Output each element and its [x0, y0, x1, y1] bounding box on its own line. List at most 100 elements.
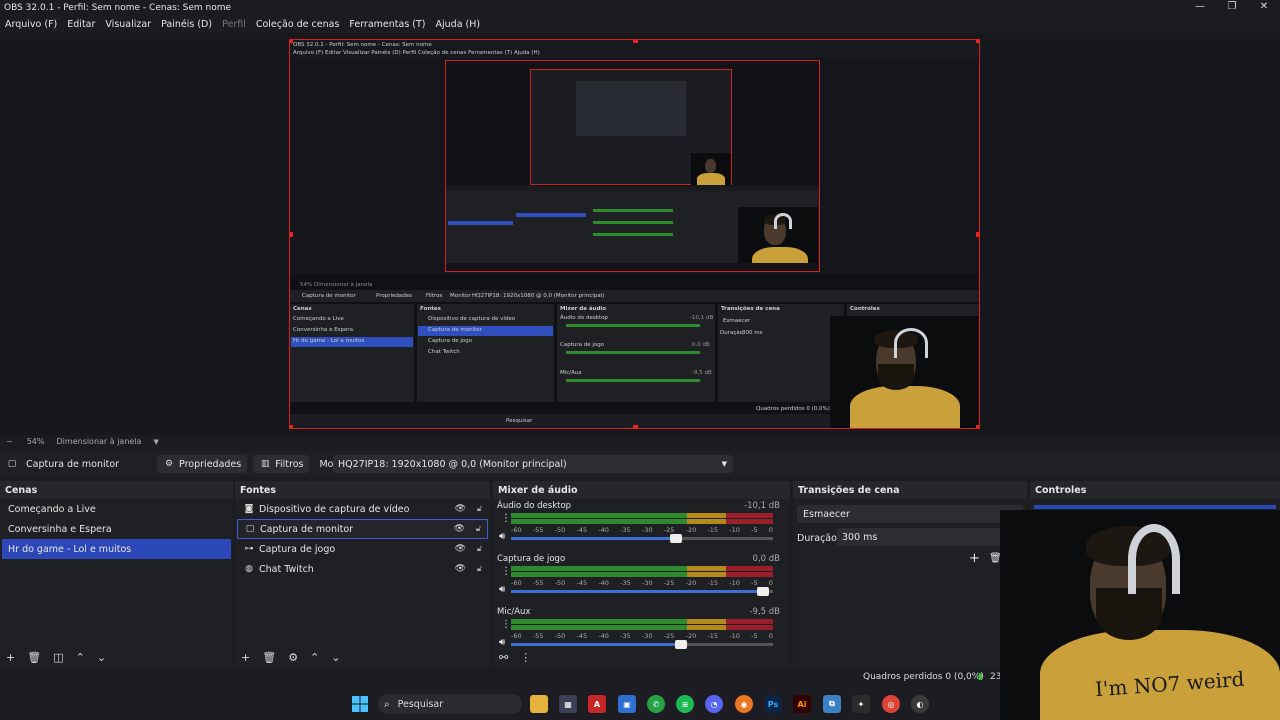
- add-icon[interactable]: +: [6, 651, 15, 664]
- whatsapp-icon[interactable]: ✆: [647, 695, 665, 713]
- source-label: Dispositivo de captura de vídeo: [259, 503, 410, 515]
- pdf-icon[interactable]: A: [588, 695, 606, 713]
- lock-icon[interactable]: 🔓︎: [477, 504, 482, 514]
- gear-icon[interactable]: ⚙: [288, 651, 298, 664]
- nested-ch-1: Áudio do desktop: [560, 315, 608, 321]
- scene-item[interactable]: Conversinha e Espera: [2, 519, 231, 539]
- nested-src-3: Captura de jogo: [428, 338, 473, 344]
- mixer-channels: Áudio do desktop -10,1 dB ⋮ -60 -55 -50 -45 -40…: [493, 499, 790, 658]
- nested-webcam: [830, 316, 979, 428]
- scene-item-selected[interactable]: Hr do game - Lol e muitos: [2, 539, 231, 559]
- menu-paineis[interactable]: Painéis (D): [161, 19, 212, 30]
- source-item[interactable]: ◍ Chat Twitch 👁︎ 🔓︎: [237, 559, 488, 579]
- tick-label: -30: [641, 632, 653, 640]
- menu-editar[interactable]: Editar: [67, 19, 95, 30]
- channel-db: 0,0 dB: [752, 554, 780, 564]
- spotify-icon[interactable]: ≋: [676, 695, 694, 713]
- speaker-icon[interactable]: 🔊︎: [499, 531, 505, 542]
- windows-start-icon[interactable]: [351, 695, 369, 713]
- properties-button[interactable]: ⚙ Propriedades: [157, 455, 248, 473]
- menu-dots-icon[interactable]: ⋮: [501, 619, 511, 630]
- volume-slider[interactable]: [511, 534, 773, 543]
- chrome-icon[interactable]: ◎: [882, 695, 900, 713]
- zoom-mode[interactable]: Dimensionar à janela: [56, 437, 141, 446]
- start-streaming-button[interactable]: [1034, 505, 1276, 509]
- source-item[interactable]: ⊶ Captura de jogo 👁︎ 🔓︎: [237, 539, 488, 559]
- duration-label: Duração: [797, 533, 837, 544]
- channel-db: -10,1 dB: [744, 501, 780, 511]
- screen-icon[interactable]: ▣: [618, 695, 636, 713]
- move-down-icon[interactable]: ⌄: [331, 651, 340, 664]
- eye-icon[interactable]: 👁︎: [454, 524, 465, 534]
- eye-icon[interactable]: 👁︎: [455, 544, 466, 554]
- menu-dots-icon[interactable]: ⋮: [520, 651, 531, 664]
- blender-icon[interactable]: ◉: [735, 695, 753, 713]
- illustrator-icon[interactable]: Ai: [793, 695, 811, 713]
- nested-duration-value: 300 ms: [742, 330, 763, 336]
- nested-dropped: Quadros perdidos 0 (0,0%): [756, 406, 830, 412]
- transition-select[interactable]: Esmaecer: [797, 505, 1023, 523]
- add-transition-icon[interactable]: +: [969, 551, 980, 566]
- eye-icon[interactable]: 👁︎: [455, 504, 466, 514]
- source-item-selected[interactable]: ▢ Captura de monitor 👁︎ 🔓︎: [237, 519, 488, 539]
- preview-canvas[interactable]: OBS 32.0.1 - Perfil: Sem nome - Cenas: S…: [289, 39, 980, 429]
- move-down-icon[interactable]: ⌄: [97, 651, 106, 664]
- volume-slider[interactable]: [511, 587, 773, 596]
- network-icon[interactable]: ⧉: [823, 695, 841, 713]
- tick-label: -20: [685, 579, 697, 587]
- lock-icon[interactable]: 🔓︎: [477, 564, 482, 574]
- audio-mixer-dock: Mixer de áudio Áudio do desktop -10,1 dB ⋮…: [493, 481, 790, 667]
- menu-colecao-de-cenas[interactable]: Coleção de cenas: [256, 19, 340, 30]
- trash-icon[interactable]: 🗑︎: [27, 651, 41, 664]
- obs-icon[interactable]: ◐: [911, 695, 929, 713]
- link-icon[interactable]: ⚯: [499, 651, 508, 664]
- move-up-icon[interactable]: ⌃: [76, 651, 85, 664]
- nested-src-4: Chat Twitch: [428, 349, 460, 355]
- lock-icon[interactable]: 🔓︎: [476, 524, 481, 534]
- figma-icon[interactable]: ✦: [852, 695, 870, 713]
- nested-transition: Esmaecer: [723, 318, 751, 324]
- search-placeholder: Pesquisar: [397, 698, 444, 710]
- move-up-icon[interactable]: ⌃: [310, 651, 319, 664]
- file-explorer-icon[interactable]: [530, 695, 548, 713]
- tick-label: -35: [620, 632, 631, 640]
- add-icon[interactable]: +: [241, 651, 250, 664]
- tick-label: -10: [729, 579, 740, 587]
- menu-perfil[interactable]: Perfil: [222, 19, 246, 30]
- menu-visualizar[interactable]: Visualizar: [105, 19, 151, 30]
- controls-title: Controles: [1030, 481, 1280, 499]
- source-toolbar: ▢ Captura de monitor ⚙ Propriedades ▥ Fi…: [0, 452, 1280, 476]
- nested-ch-3-db: -9,5 dB: [692, 370, 712, 376]
- source-item[interactable]: ◙ Dispositivo de captura de vídeo 👁︎ 🔓︎: [237, 499, 488, 519]
- discord-icon[interactable]: ◔: [705, 695, 723, 713]
- duration-input[interactable]: 300 ms: [837, 528, 1023, 546]
- sources-footer: + 🗑︎ ⚙ ⌃ ⌄: [235, 647, 490, 667]
- lock-icon[interactable]: 🔓︎: [477, 544, 482, 554]
- photoshop-icon[interactable]: Ps: [764, 695, 782, 713]
- menu-ferramentas[interactable]: Ferramentas (T): [349, 19, 425, 30]
- zoom-dropdown-icon[interactable]: ▼: [153, 438, 158, 446]
- monitor-select[interactable]: HQ27IP18: 1920x1080 @ 0,0 (Monitor princ…: [333, 455, 733, 473]
- minimize-button[interactable]: —: [1184, 0, 1216, 15]
- tick-label: 0: [768, 579, 773, 587]
- maximize-button[interactable]: ❐: [1216, 0, 1248, 15]
- scene-item[interactable]: Começando a Live: [2, 499, 231, 519]
- close-button[interactable]: ✕: [1248, 0, 1280, 15]
- menu-arquivo[interactable]: Arquivo (F): [5, 19, 57, 30]
- menu-dots-icon[interactable]: ⋮: [501, 566, 511, 577]
- filter-icon[interactable]: ◫: [53, 651, 63, 664]
- tick-label: -55: [532, 579, 544, 587]
- volume-slider[interactable]: [511, 640, 773, 649]
- taskbar-search[interactable]: ⌕ Pesquisar: [378, 694, 522, 714]
- zoom-out-button[interactable]: −: [6, 437, 13, 446]
- filters-button[interactable]: ▥ Filtros: [253, 455, 310, 473]
- menu-dots-icon[interactable]: ⋮: [501, 513, 511, 524]
- eye-icon[interactable]: 👁︎: [455, 564, 466, 574]
- trash-icon[interactable]: 🗑︎: [262, 651, 276, 664]
- menu-ajuda[interactable]: Ajuda (H): [436, 19, 481, 30]
- tick-label: -50: [554, 579, 566, 587]
- speaker-icon[interactable]: 🔊︎: [499, 584, 505, 595]
- store-icon[interactable]: ▦: [559, 695, 577, 713]
- preview-area[interactable]: OBS 32.0.1 - Perfil: Sem nome - Cenas: S…: [0, 33, 1280, 435]
- signal-icon: ▮: [978, 672, 983, 682]
